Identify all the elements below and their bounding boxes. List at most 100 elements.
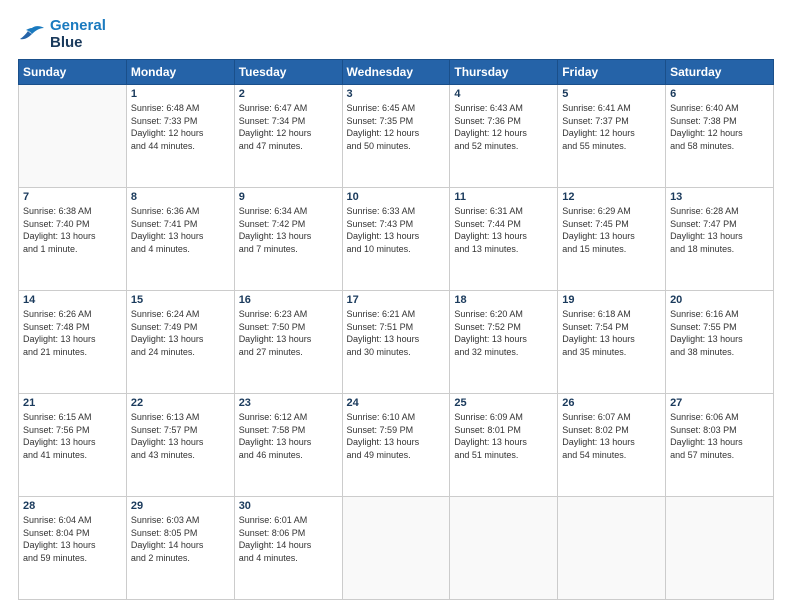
day-info: Sunrise: 6:10 AMSunset: 7:59 PMDaylight:… xyxy=(347,411,446,461)
day-number: 11 xyxy=(454,191,553,203)
weekday-sunday: Sunday xyxy=(19,60,127,85)
header: General Blue xyxy=(18,18,774,51)
calendar-cell: 17 Sunrise: 6:21 AMSunset: 7:51 PMDayligh… xyxy=(342,291,450,394)
calendar-cell: 11 Sunrise: 6:31 AMSunset: 7:44 PMDayligh… xyxy=(450,188,558,291)
day-number: 8 xyxy=(131,191,230,203)
day-info: Sunrise: 6:34 AMSunset: 7:42 PMDaylight:… xyxy=(239,205,338,255)
day-number: 14 xyxy=(23,294,122,306)
day-info: Sunrise: 6:28 AMSunset: 7:47 PMDaylight:… xyxy=(670,205,769,255)
day-info: Sunrise: 6:47 AMSunset: 7:34 PMDaylight:… xyxy=(239,102,338,152)
day-number: 3 xyxy=(347,88,446,100)
calendar-cell: 15 Sunrise: 6:24 AMSunset: 7:49 PMDayligh… xyxy=(126,291,234,394)
calendar-cell: 18 Sunrise: 6:20 AMSunset: 7:52 PMDayligh… xyxy=(450,291,558,394)
calendar-cell: 16 Sunrise: 6:23 AMSunset: 7:50 PMDayligh… xyxy=(234,291,342,394)
day-number: 18 xyxy=(454,294,553,306)
day-number: 4 xyxy=(454,88,553,100)
day-info: Sunrise: 6:04 AMSunset: 8:04 PMDaylight:… xyxy=(23,514,122,564)
day-info: Sunrise: 6:15 AMSunset: 7:56 PMDaylight:… xyxy=(23,411,122,461)
logo: General Blue xyxy=(18,18,106,51)
calendar-cell: 2 Sunrise: 6:47 AMSunset: 7:34 PMDaylight… xyxy=(234,85,342,188)
calendar-cell: 28 Sunrise: 6:04 AMSunset: 8:04 PMDayligh… xyxy=(19,497,127,600)
weekday-saturday: Saturday xyxy=(666,60,774,85)
page: General Blue SundayMondayTuesdayWednesda… xyxy=(0,0,792,612)
day-info: Sunrise: 6:45 AMSunset: 7:35 PMDaylight:… xyxy=(347,102,446,152)
day-info: Sunrise: 6:03 AMSunset: 8:05 PMDaylight:… xyxy=(131,514,230,564)
calendar-cell xyxy=(558,497,666,600)
calendar-cell: 12 Sunrise: 6:29 AMSunset: 7:45 PMDayligh… xyxy=(558,188,666,291)
calendar-cell: 3 Sunrise: 6:45 AMSunset: 7:35 PMDaylight… xyxy=(342,85,450,188)
day-info: Sunrise: 6:09 AMSunset: 8:01 PMDaylight:… xyxy=(454,411,553,461)
day-number: 25 xyxy=(454,397,553,409)
calendar-cell: 25 Sunrise: 6:09 AMSunset: 8:01 PMDayligh… xyxy=(450,394,558,497)
day-info: Sunrise: 6:24 AMSunset: 7:49 PMDaylight:… xyxy=(131,308,230,358)
day-number: 12 xyxy=(562,191,661,203)
day-number: 23 xyxy=(239,397,338,409)
weekday-thursday: Thursday xyxy=(450,60,558,85)
calendar-cell: 9 Sunrise: 6:34 AMSunset: 7:42 PMDaylight… xyxy=(234,188,342,291)
calendar-cell: 23 Sunrise: 6:12 AMSunset: 7:58 PMDayligh… xyxy=(234,394,342,497)
calendar-cell: 27 Sunrise: 6:06 AMSunset: 8:03 PMDayligh… xyxy=(666,394,774,497)
calendar-cell: 21 Sunrise: 6:15 AMSunset: 7:56 PMDayligh… xyxy=(19,394,127,497)
calendar-cell: 29 Sunrise: 6:03 AMSunset: 8:05 PMDayligh… xyxy=(126,497,234,600)
calendar-cell: 13 Sunrise: 6:28 AMSunset: 7:47 PMDayligh… xyxy=(666,188,774,291)
calendar-cell: 20Sunrise: 6:16 AMSunset: 7:55 PMDayligh… xyxy=(666,291,774,394)
week-row-1: 1 Sunrise: 6:48 AMSunset: 7:33 PMDaylight… xyxy=(19,85,774,188)
day-info: Sunrise: 6:12 AMSunset: 7:58 PMDaylight:… xyxy=(239,411,338,461)
week-row-5: 28 Sunrise: 6:04 AMSunset: 8:04 PMDayligh… xyxy=(19,497,774,600)
day-info: Sunrise: 6:20 AMSunset: 7:52 PMDaylight:… xyxy=(454,308,553,358)
day-info: Sunrise: 6:43 AMSunset: 7:36 PMDaylight:… xyxy=(454,102,553,152)
calendar-cell: 14 Sunrise: 6:26 AMSunset: 7:48 PMDayligh… xyxy=(19,291,127,394)
day-info: Sunrise: 6:41 AMSunset: 7:37 PMDaylight:… xyxy=(562,102,661,152)
calendar-cell: 6 Sunrise: 6:40 AMSunset: 7:38 PMDaylight… xyxy=(666,85,774,188)
day-info: Sunrise: 6:36 AMSunset: 7:41 PMDaylight:… xyxy=(131,205,230,255)
day-number: 16 xyxy=(239,294,338,306)
week-row-4: 21 Sunrise: 6:15 AMSunset: 7:56 PMDayligh… xyxy=(19,394,774,497)
day-number: 6 xyxy=(670,88,769,100)
day-info: Sunrise: 6:29 AMSunset: 7:45 PMDaylight:… xyxy=(562,205,661,255)
weekday-monday: Monday xyxy=(126,60,234,85)
calendar-cell xyxy=(342,497,450,600)
day-number: 22 xyxy=(131,397,230,409)
calendar-cell: 22Sunrise: 6:13 AMSunset: 7:57 PMDayligh… xyxy=(126,394,234,497)
day-info: Sunrise: 6:48 AMSunset: 7:33 PMDaylight:… xyxy=(131,102,230,152)
calendar-cell xyxy=(19,85,127,188)
day-number: 30 xyxy=(239,500,338,512)
day-info: Sunrise: 6:23 AMSunset: 7:50 PMDaylight:… xyxy=(239,308,338,358)
day-number: 24 xyxy=(347,397,446,409)
day-number: 29 xyxy=(131,500,230,512)
weekday-wednesday: Wednesday xyxy=(342,60,450,85)
day-info: Sunrise: 6:40 AMSunset: 7:38 PMDaylight:… xyxy=(670,102,769,152)
calendar-cell: 5Sunrise: 6:41 AMSunset: 7:37 PMDaylight… xyxy=(558,85,666,188)
calendar-cell xyxy=(666,497,774,600)
day-info: Sunrise: 6:21 AMSunset: 7:51 PMDaylight:… xyxy=(347,308,446,358)
calendar-cell: 7Sunrise: 6:38 AMSunset: 7:40 PMDaylight… xyxy=(19,188,127,291)
calendar-cell: 1 Sunrise: 6:48 AMSunset: 7:33 PMDaylight… xyxy=(126,85,234,188)
day-number: 10 xyxy=(347,191,446,203)
calendar-cell: 10Sunrise: 6:33 AMSunset: 7:43 PMDayligh… xyxy=(342,188,450,291)
day-number: 26 xyxy=(562,397,661,409)
day-number: 13 xyxy=(670,191,769,203)
day-number: 17 xyxy=(347,294,446,306)
calendar-cell: 26 Sunrise: 6:07 AMSunset: 8:02 PMDayligh… xyxy=(558,394,666,497)
calendar-table: SundayMondayTuesdayWednesdayThursdayFrid… xyxy=(18,59,774,600)
day-info: Sunrise: 6:31 AMSunset: 7:44 PMDaylight:… xyxy=(454,205,553,255)
calendar-cell: 24 Sunrise: 6:10 AMSunset: 7:59 PMDayligh… xyxy=(342,394,450,497)
day-number: 1 xyxy=(131,88,230,100)
day-info: Sunrise: 6:18 AMSunset: 7:54 PMDaylight:… xyxy=(562,308,661,358)
day-number: 21 xyxy=(23,397,122,409)
day-number: 28 xyxy=(23,500,122,512)
day-info: Sunrise: 6:07 AMSunset: 8:02 PMDaylight:… xyxy=(562,411,661,461)
calendar-cell xyxy=(450,497,558,600)
day-number: 2 xyxy=(239,88,338,100)
day-info: Sunrise: 6:38 AMSunset: 7:40 PMDaylight:… xyxy=(23,205,122,255)
weekday-header-row: SundayMondayTuesdayWednesdayThursdayFrid… xyxy=(19,60,774,85)
day-info: Sunrise: 6:26 AMSunset: 7:48 PMDaylight:… xyxy=(23,308,122,358)
day-info: Sunrise: 6:06 AMSunset: 8:03 PMDaylight:… xyxy=(670,411,769,461)
day-number: 15 xyxy=(131,294,230,306)
day-number: 9 xyxy=(239,191,338,203)
day-number: 27 xyxy=(670,397,769,409)
logo-icon xyxy=(18,24,46,46)
weekday-tuesday: Tuesday xyxy=(234,60,342,85)
week-row-2: 7Sunrise: 6:38 AMSunset: 7:40 PMDaylight… xyxy=(19,188,774,291)
day-info: Sunrise: 6:16 AMSunset: 7:55 PMDaylight:… xyxy=(670,308,769,358)
